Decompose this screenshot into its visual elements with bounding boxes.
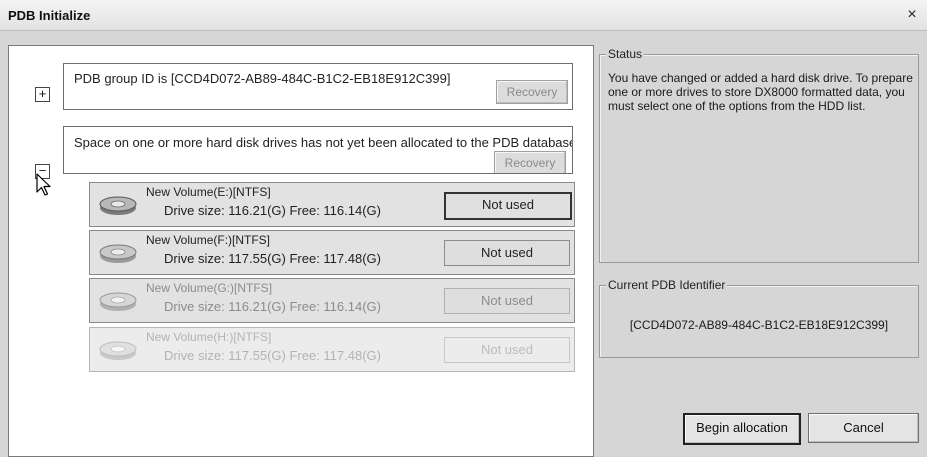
mouse-pointer-icon: [36, 173, 51, 196]
recovery-button[interactable]: Recovery: [494, 151, 566, 173]
recovery-button[interactable]: Recovery: [496, 80, 568, 104]
drive-row-g[interactable]: New Volume(G:)[NTFS] Drive size: 116.21(…: [89, 278, 575, 323]
not-used-button[interactable]: Not used: [444, 288, 570, 314]
identifier-group: Current PDB Identifier [CCD4D072-AB89-48…: [599, 278, 919, 358]
expand-icon[interactable]: +: [35, 87, 50, 102]
dialog-body: + PDB group ID is [CCD4D072-AB89-484C-B1…: [0, 31, 927, 457]
hard-drive-icon: [99, 341, 137, 360]
drive-size: Drive size: 117.55(G) Free: 117.48(G): [164, 251, 381, 266]
close-icon[interactable]: ×: [903, 6, 921, 24]
drive-name: New Volume(E:)[NTFS]: [146, 185, 271, 199]
drive-name: New Volume(G:)[NTFS]: [146, 281, 273, 295]
status-group: Status You have changed or added a hard …: [599, 47, 919, 263]
not-used-button: Not used: [444, 337, 570, 363]
drive-size: Drive size: 116.21(G) Free: 116.14(G): [164, 203, 381, 218]
status-text: You have changed or added a hard disk dr…: [608, 71, 913, 113]
identifier-legend: Current PDB Identifier: [606, 278, 728, 292]
title-bar: PDB Initialize ×: [0, 0, 927, 31]
drive-size: Drive size: 117.55(G) Free: 117.48(G): [164, 348, 381, 363]
pdb-identifier-value: [CCD4D072-AB89-484C-B1C2-EB18E912C399]: [629, 318, 889, 332]
hdd-list-panel: + PDB group ID is [CCD4D072-AB89-484C-B1…: [8, 45, 594, 457]
pdb-group-message: PDB group ID is [CCD4D072-AB89-484C-B1C2…: [74, 71, 451, 86]
drive-row-h: New Volume(H:)[NTFS] Drive size: 117.55(…: [89, 327, 575, 372]
drive-row-f[interactable]: New Volume(F:)[NTFS] Drive size: 117.55(…: [89, 230, 575, 275]
hard-drive-icon: [99, 196, 137, 215]
drive-size: Drive size: 116.21(G) Free: 116.14(G): [164, 299, 381, 314]
unallocated-message: Space on one or more hard disk drives ha…: [74, 135, 573, 150]
unallocated-group-box: Space on one or more hard disk drives ha…: [63, 126, 573, 174]
status-legend: Status: [606, 47, 645, 61]
not-used-button[interactable]: Not used: [444, 192, 572, 220]
window-title: PDB Initialize: [8, 8, 91, 23]
drive-name: New Volume(H:)[NTFS]: [146, 330, 272, 344]
pdb-group-box: PDB group ID is [CCD4D072-AB89-484C-B1C2…: [63, 63, 573, 110]
drive-row-e[interactable]: New Volume(E:)[NTFS] Drive size: 116.21(…: [89, 182, 575, 227]
hard-drive-icon: [99, 244, 137, 263]
not-used-button[interactable]: Not used: [444, 240, 570, 266]
begin-allocation-button[interactable]: Begin allocation: [683, 413, 801, 445]
drive-name: New Volume(F:)[NTFS]: [146, 233, 271, 247]
hard-drive-icon: [99, 292, 137, 311]
cancel-button[interactable]: Cancel: [808, 413, 919, 443]
